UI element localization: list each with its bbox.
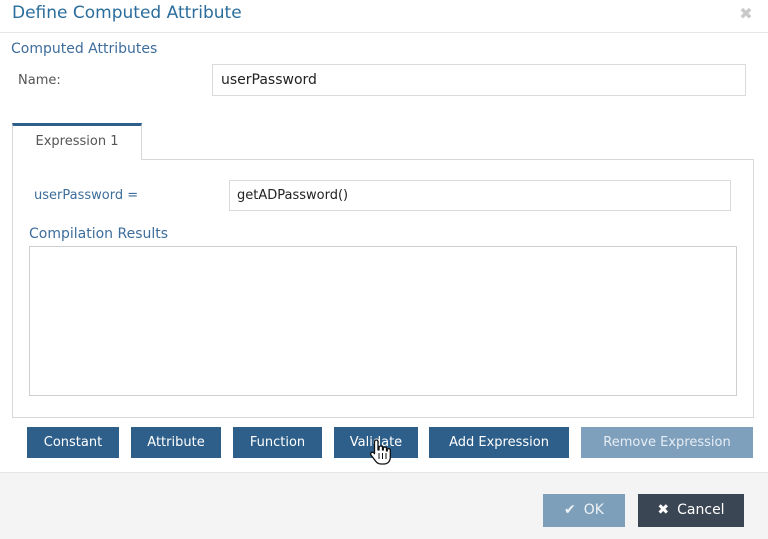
add-expression-button[interactable]: Add Expression	[429, 427, 569, 458]
attribute-button[interactable]: Attribute	[131, 427, 221, 458]
close-icon[interactable]: ✖	[738, 6, 754, 22]
compilation-results-label: Compilation Results	[29, 226, 169, 242]
compilation-results-area[interactable]	[29, 246, 737, 396]
cancel-button[interactable]: ✖ Cancel	[638, 494, 744, 527]
expression-label: userPassword =	[34, 188, 139, 203]
name-input[interactable]: userPassword	[212, 64, 746, 96]
x-icon: ✖	[657, 502, 670, 518]
dialog-header: Define Computed Attribute ✖	[0, 0, 768, 33]
remove-expression-button[interactable]: Remove Expression	[581, 427, 753, 458]
hand-pointer-icon	[369, 439, 391, 465]
cancel-label: Cancel	[677, 502, 725, 518]
expression-input[interactable]: getADPassword()	[229, 180, 731, 211]
define-computed-attribute-dialog: Define Computed Attribute ✖ Computed Att…	[0, 0, 768, 539]
function-button[interactable]: Function	[233, 427, 322, 458]
name-label: Name:	[18, 73, 61, 88]
computed-attributes-label: Computed Attributes	[11, 41, 158, 57]
dialog-title: Define Computed Attribute	[12, 3, 242, 23]
check-icon: ✔	[564, 502, 576, 518]
ok-label: OK	[583, 502, 604, 518]
tab-expression-1[interactable]: Expression 1	[12, 123, 142, 160]
ok-button[interactable]: ✔ OK	[543, 494, 625, 527]
constant-button[interactable]: Constant	[27, 427, 119, 458]
